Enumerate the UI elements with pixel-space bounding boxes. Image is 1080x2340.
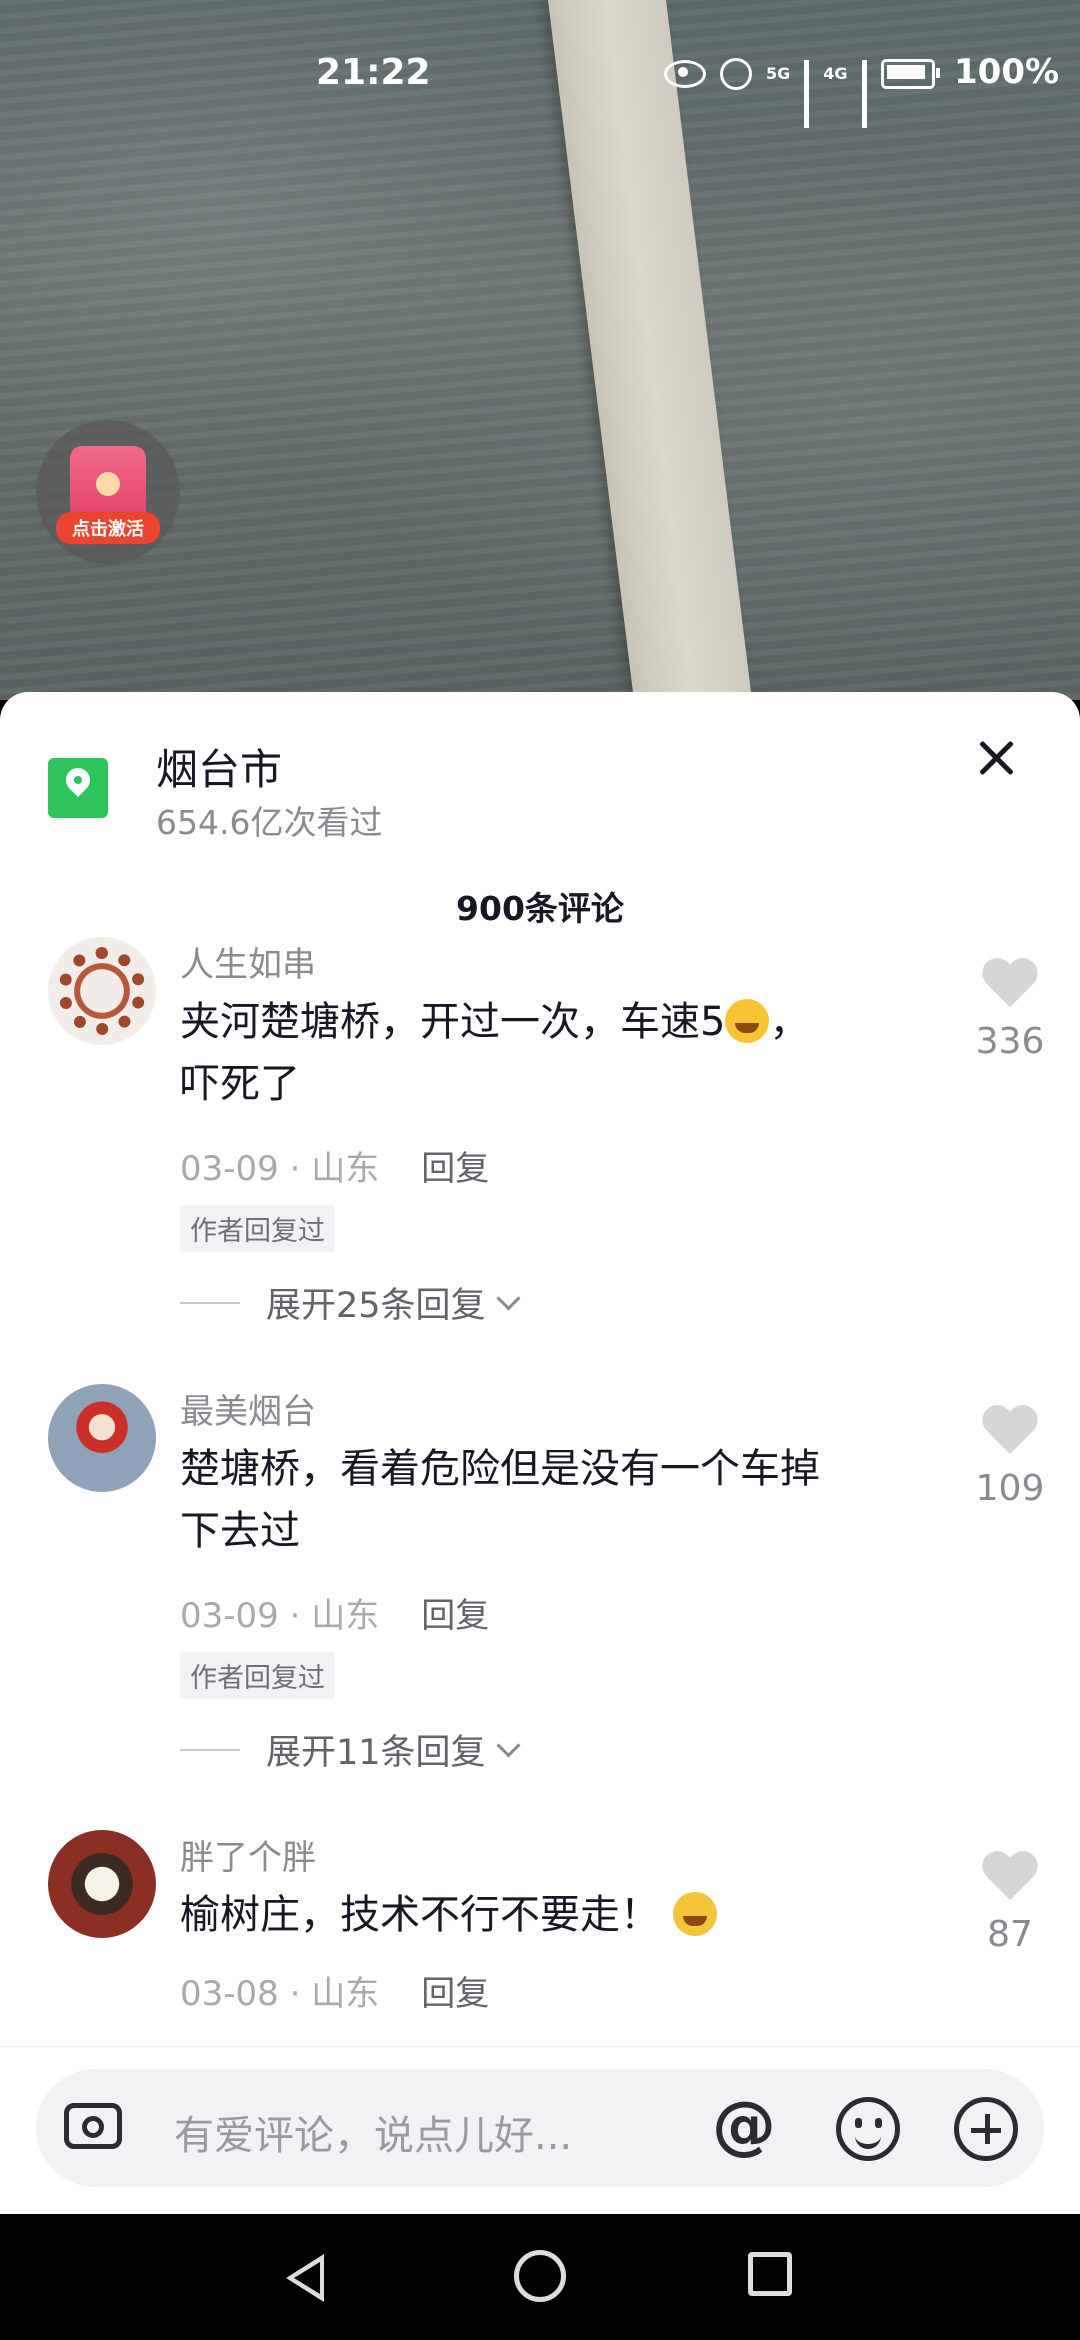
comment-date: 03-08 · 山东 (180, 1974, 380, 2014)
avatar[interactable] (48, 937, 156, 1045)
chevron-down-icon (496, 1733, 521, 1758)
comment-date: 03-09 · 山东 (180, 1149, 380, 1189)
heart-icon (982, 1406, 1038, 1458)
heart-icon (982, 1852, 1038, 1904)
expand-replies-button[interactable]: 展开11条回复 (180, 1724, 521, 1775)
reply-button[interactable]: 回复 (421, 1596, 489, 1636)
comment-meta: 03-08 · 山东 回复 (180, 1966, 489, 2015)
comment-author[interactable]: 胖了个胖 (180, 1830, 316, 1879)
comment-text-line: 榆树庄，技术不行不要走！ (180, 1892, 660, 1938)
signal-5g-label: 5G (766, 64, 791, 83)
status-icons: 5G 4G (664, 58, 940, 128)
comment-meta: 03-09 · 山东 回复 (180, 1588, 489, 1637)
location-views: 654.6亿次看过 (156, 803, 383, 842)
recent-apps-icon[interactable] (748, 2252, 792, 2296)
comment-text-line: 楚塘桥，看着危险但是没有一个车掉 (180, 1446, 820, 1492)
expand-replies-button[interactable]: 展开25条回复 (180, 1277, 521, 1328)
comment-text-line: 夹河楚塘桥，开过一次，车速5 (180, 999, 726, 1045)
alarm-icon (720, 58, 752, 90)
expand-replies-label: 展开11条回复 (266, 1733, 486, 1773)
comment-count: 900条评论 (456, 889, 624, 928)
like-count: 109 (975, 1468, 1045, 1509)
red-envelope-icon (70, 446, 146, 522)
comment-text: 夹河楚塘桥，开过一次，车速5 ， 吓死了 (180, 991, 900, 1115)
expand-replies-label: 展开25条回复 (266, 1286, 486, 1326)
chevron-down-icon (496, 1286, 521, 1311)
status-bar: 21:22 5G 4G 100% (0, 52, 1080, 128)
like-button[interactable]: 87 (960, 1852, 1060, 1955)
laughing-emoji-icon (725, 999, 770, 1043)
crying-emoji-icon (672, 1892, 717, 1936)
comment-text: 榆树庄，技术不行不要走！ (180, 1884, 900, 1946)
back-icon[interactable] (286, 2254, 324, 2302)
add-icon[interactable] (954, 2097, 1018, 2161)
comment-input[interactable]: 有爱评论，说点儿好... @ (36, 2069, 1044, 2187)
home-icon[interactable] (514, 2250, 566, 2302)
like-count: 87 (987, 1914, 1033, 1955)
red-envelope-badge[interactable]: 点击激活 (36, 420, 180, 564)
close-icon[interactable] (970, 732, 1024, 786)
comment-author[interactable]: 最美烟台 (180, 1384, 316, 1433)
divider-line (180, 1301, 240, 1304)
comment-author[interactable]: 人生如串 (180, 937, 316, 986)
status-time: 21:22 (316, 52, 431, 93)
like-button[interactable]: 336 (960, 959, 1060, 1062)
water-texture (0, 0, 1080, 700)
system-nav-bar (0, 2214, 1080, 2340)
comment-sheet: 烟台市 654.6亿次看过 900条评论 人生如串 夹河楚塘桥，开过一次，车速5… (0, 692, 1080, 2214)
comment-date: 03-09 · 山东 (180, 1596, 380, 1636)
signal-4g-label: 4G (823, 64, 848, 83)
video-background[interactable] (0, 0, 1080, 700)
divider-line (180, 1748, 240, 1751)
reply-button[interactable]: 回复 (421, 1149, 489, 1189)
comment-placeholder[interactable]: 有爱评论，说点儿好... (174, 2103, 572, 2161)
like-count: 336 (975, 1021, 1045, 1062)
author-replied-tag: 作者回复过 (180, 1652, 335, 1699)
heart-icon (982, 959, 1038, 1011)
badge-label: 点击激活 (56, 512, 160, 544)
author-replied-tag: 作者回复过 (180, 1205, 335, 1252)
location-pin-icon[interactable] (48, 758, 108, 818)
location-name[interactable]: 烟台市 (156, 736, 282, 797)
avatar[interactable] (48, 1384, 156, 1492)
battery-percent: 100% (954, 52, 1060, 92)
comment-text-line: 吓死了 (180, 1061, 300, 1107)
comment-text-line: 下去过 (180, 1508, 300, 1554)
signal-bars-icon (804, 60, 810, 128)
like-button[interactable]: 109 (960, 1406, 1060, 1509)
battery-icon (880, 59, 940, 89)
avatar[interactable] (48, 1830, 156, 1938)
reply-button[interactable]: 回复 (421, 1974, 489, 2014)
mention-icon[interactable]: @ (712, 2091, 776, 2161)
comment-input-bar: 有爱评论，说点儿好... @ (0, 2046, 1080, 2215)
emoji-icon[interactable] (836, 2097, 900, 2161)
camera-icon[interactable] (64, 2103, 122, 2149)
comment-text: 楚塘桥，看着危险但是没有一个车掉 下去过 (180, 1438, 900, 1562)
comment-meta: 03-09 · 山东 回复 (180, 1141, 489, 1190)
eye-icon (664, 60, 706, 88)
signal-bars-icon (861, 60, 867, 128)
comment-text-punct: ， (769, 999, 810, 1045)
